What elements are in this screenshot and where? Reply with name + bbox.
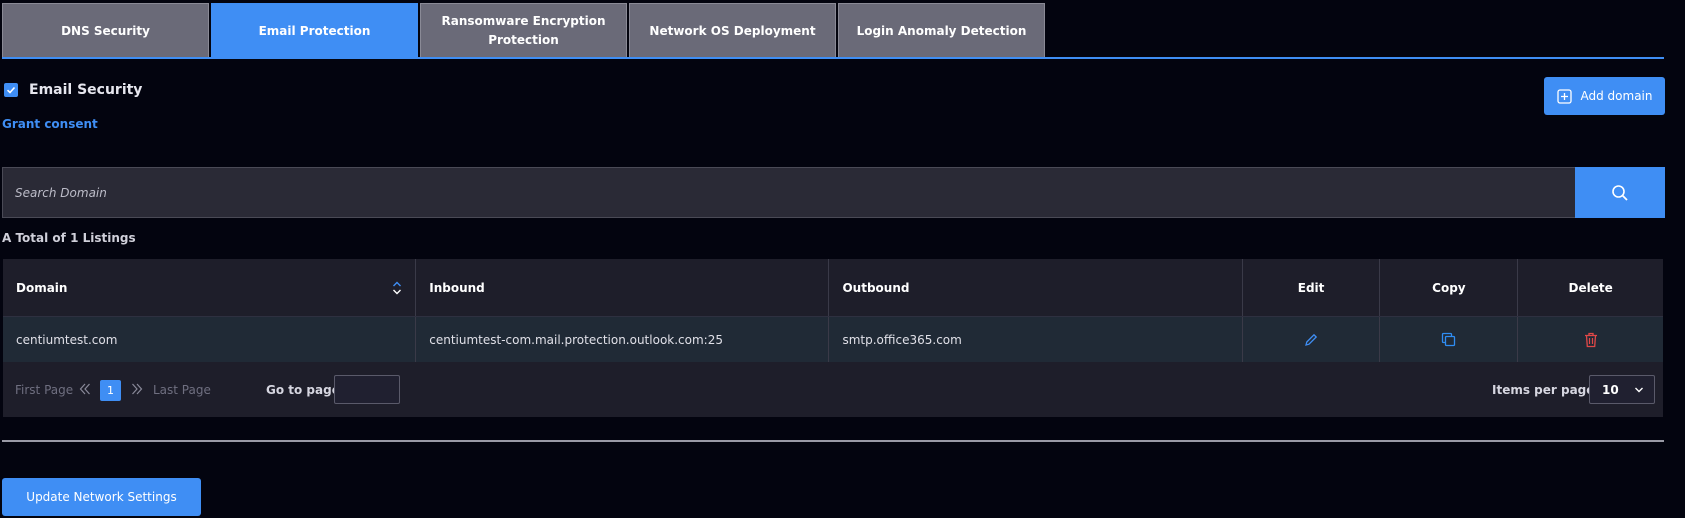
search-button[interactable]: [1575, 167, 1665, 218]
row-outbound: smtp.office365.com: [829, 317, 1243, 362]
page-number-current[interactable]: 1: [100, 380, 121, 401]
row-delete: [1518, 317, 1663, 362]
sort-icon[interactable]: [392, 280, 402, 296]
tab-label: DNS Security: [61, 23, 150, 38]
table-header: Domain Inbound Outbound Edit Copy Delete: [3, 259, 1663, 316]
header-edit-label: Edit: [1297, 280, 1325, 295]
items-per-page-value: 10: [1602, 382, 1619, 397]
tab-label: Network OS Deployment: [649, 23, 816, 38]
add-domain-button[interactable]: Add domain: [1544, 77, 1665, 115]
items-per-page-select[interactable]: 10: [1589, 375, 1655, 404]
header-delete: Delete: [1518, 259, 1663, 316]
row-edit: [1243, 317, 1381, 362]
pencil-icon[interactable]: [1304, 333, 1318, 347]
add-domain-label: Add domain: [1580, 89, 1653, 103]
grant-consent-link[interactable]: Grant consent: [2, 117, 98, 131]
first-page-link[interactable]: First Page: [15, 383, 73, 397]
header-inbound: Inbound: [416, 259, 830, 316]
tab-login-anomaly-detection[interactable]: Login Anomaly Detection: [838, 3, 1045, 58]
plus-square-icon: [1556, 88, 1572, 104]
header-edit: Edit: [1243, 259, 1381, 316]
search-bar: [2, 167, 1665, 218]
double-chevron-right-icon[interactable]: [131, 382, 143, 396]
row-copy: [1380, 317, 1519, 362]
header-copy: Copy: [1380, 259, 1519, 316]
last-page-link[interactable]: Last Page: [153, 383, 211, 397]
trash-icon[interactable]: [1584, 332, 1598, 348]
go-to-page-label: Go to page:: [266, 382, 345, 397]
update-network-settings-button[interactable]: Update Network Settings: [2, 478, 201, 516]
items-per-page-label: Items per page:: [1492, 382, 1600, 397]
table-row: centiumtest.com centiumtest-com.mail.pro…: [3, 316, 1663, 362]
row-domain: centiumtest.com: [3, 317, 417, 362]
header-outbound-label: Outbound: [842, 280, 910, 295]
search-icon: [1612, 184, 1628, 201]
header-domain-label: Domain: [16, 280, 68, 295]
tab-underline: [2, 57, 1664, 59]
domain-table: Domain Inbound Outbound Edit Copy Delete…: [3, 259, 1663, 417]
tab-label: Email Protection: [258, 23, 371, 38]
pagination: First Page 1 Last Page Go to page: Items…: [3, 362, 1663, 417]
tab-label: Ransomware Encryption Protection: [441, 14, 606, 47]
email-security-checkbox[interactable]: [4, 83, 18, 97]
double-chevron-left-icon[interactable]: [79, 382, 91, 396]
copy-icon[interactable]: [1441, 332, 1456, 347]
tab-dns-security[interactable]: DNS Security: [2, 3, 209, 58]
row-inbound-value: centiumtest-com.mail.protection.outlook.…: [429, 332, 723, 347]
update-network-settings-label: Update Network Settings: [26, 490, 177, 504]
go-to-page-input[interactable]: [334, 375, 400, 404]
tab-network-os-deployment[interactable]: Network OS Deployment: [629, 3, 836, 58]
tab-label: Login Anomaly Detection: [856, 23, 1027, 38]
header-inbound-label: Inbound: [429, 280, 485, 295]
search-input[interactable]: [2, 167, 1575, 218]
email-security-label: Email Security: [29, 82, 143, 98]
check-icon: [6, 86, 16, 94]
row-outbound-value: smtp.office365.com: [842, 332, 962, 347]
email-security-row: Email Security: [4, 82, 142, 98]
tab-email-protection[interactable]: Email Protection: [211, 3, 418, 58]
header-delete-label: Delete: [1568, 280, 1613, 295]
header-domain[interactable]: Domain: [3, 259, 417, 316]
header-copy-label: Copy: [1432, 280, 1466, 295]
row-domain-value: centiumtest.com: [16, 332, 118, 347]
section-divider: [2, 440, 1664, 442]
total-listings: A Total of 1 Listings: [2, 231, 136, 245]
tab-bar: DNS Security Email Protection Ransomware…: [2, 3, 1045, 58]
chevron-down-icon: [1635, 387, 1643, 392]
tab-ransomware-encryption-protection[interactable]: Ransomware Encryption Protection: [420, 3, 627, 58]
header-outbound: Outbound: [829, 259, 1243, 316]
row-inbound: centiumtest-com.mail.protection.outlook.…: [416, 317, 830, 362]
